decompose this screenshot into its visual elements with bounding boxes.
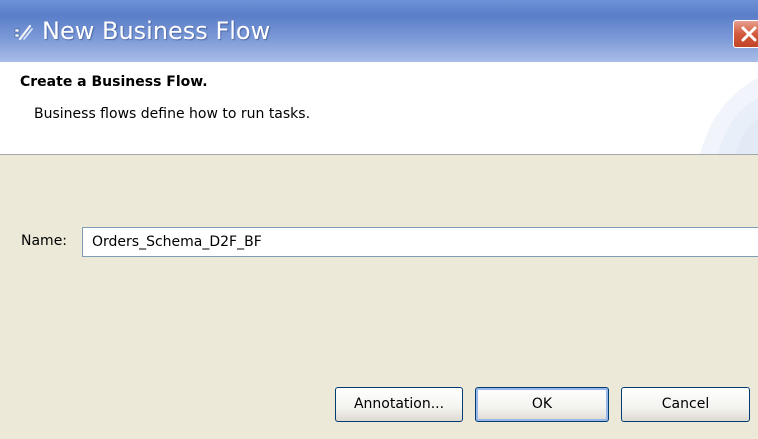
cancel-button[interactable]: Cancel xyxy=(621,387,750,422)
header-description: Business flows define how to run tasks. xyxy=(34,106,311,122)
wizard-header: Create a Business Flow. Business flows d… xyxy=(0,62,758,155)
name-input[interactable] xyxy=(82,227,758,257)
header-title: Create a Business Flow. xyxy=(20,74,208,90)
name-label: Name: xyxy=(21,233,68,249)
business-flow-wizard-icon xyxy=(14,23,34,43)
banner-decoration xyxy=(700,78,758,154)
close-button[interactable] xyxy=(733,20,758,48)
title-bar[interactable]: New Business Flow xyxy=(0,0,758,62)
ok-button[interactable]: OK xyxy=(475,387,609,422)
annotation-button[interactable]: Annotation... xyxy=(335,387,463,422)
close-icon xyxy=(741,26,757,42)
window-title: New Business Flow xyxy=(42,17,271,45)
